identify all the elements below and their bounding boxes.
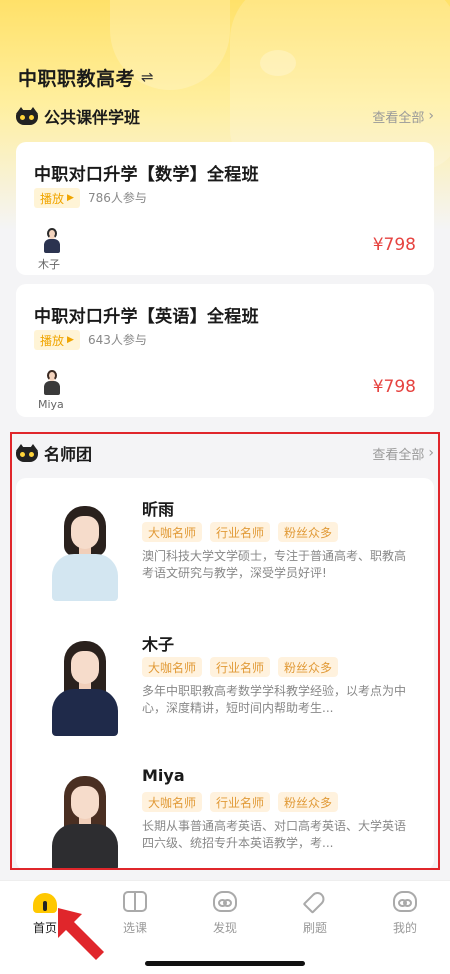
play-badge[interactable]: 播放 ▶ <box>34 188 80 208</box>
play-label: 播放 <box>40 333 65 348</box>
tab-label: 我的 <box>392 921 417 935</box>
course-title: 中职对口升学【英语】全程班 <box>34 307 259 327</box>
cat-logo-icon <box>16 107 38 125</box>
tab-label: 刷题 <box>302 921 327 935</box>
course-title: 中职对口升学【数学】全程班 <box>34 165 259 185</box>
teacher-name: 木子 <box>38 258 60 271</box>
cat-face-icon <box>213 891 237 912</box>
tab-label: 发现 <box>212 921 237 935</box>
tab-practice[interactable]: 刷题 <box>280 889 350 939</box>
home-indicator <box>145 961 305 966</box>
tab-profile[interactable]: 我的 <box>370 889 440 939</box>
participant-count: 786人参与 <box>88 191 147 205</box>
play-label: 播放 <box>40 191 65 206</box>
public-course-section-header: 公共课伴学班 查看全部 › <box>16 103 434 129</box>
swap-icon[interactable]: ⇌ <box>141 68 154 86</box>
tab-discover[interactable]: 发现 <box>190 889 260 939</box>
course-price: ¥798 <box>372 235 416 255</box>
book-icon <box>123 891 147 912</box>
view-all-link[interactable]: 查看全部 › <box>372 107 434 126</box>
highlight-frame <box>10 432 440 870</box>
red-arrow-annotation <box>58 908 104 960</box>
course-card[interactable]: 中职对口升学【数学】全程班 播放 ▶ 786人参与 木子 ¥798 <box>16 142 434 275</box>
view-all-label: 查看全部 <box>372 110 425 126</box>
cat-head-icon <box>393 891 417 912</box>
participant-count: 643人参与 <box>88 333 147 347</box>
section-title: 公共课伴学班 <box>44 108 141 127</box>
teacher-name: Miya <box>38 398 64 411</box>
page-title-switcher[interactable]: 中职职教高考 ⇌ <box>18 62 154 92</box>
pen-icon <box>302 889 328 914</box>
course-price: ¥798 <box>372 377 416 397</box>
chevron-right-icon: › <box>428 108 434 124</box>
play-badge[interactable]: 播放 ▶ <box>34 330 80 350</box>
play-icon: ▶ <box>67 335 74 345</box>
teacher-avatar <box>42 370 62 396</box>
course-card[interactable]: 中职对口升学【英语】全程班 播放 ▶ 643人参与 Miya ¥798 <box>16 284 434 417</box>
teacher-avatar <box>42 228 62 254</box>
play-icon: ▶ <box>67 193 74 203</box>
page-title: 中职职教高考 <box>18 67 136 90</box>
